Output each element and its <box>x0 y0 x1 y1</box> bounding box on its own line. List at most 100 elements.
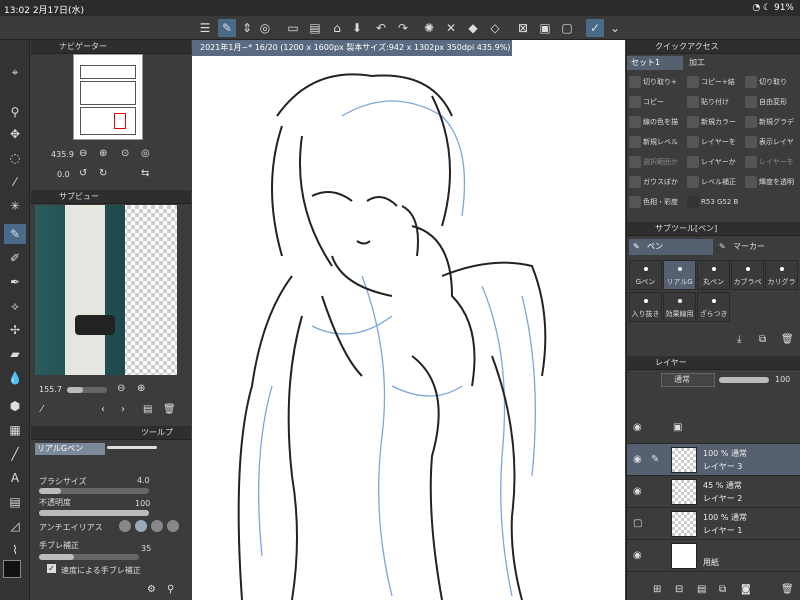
qa-copy[interactable]: コピー <box>627 94 683 110</box>
quick-edit-tab[interactable]: 加工 <box>685 56 741 70</box>
document-tab[interactable]: 2021年1月~* 16/20 (1200 x 1600px 製本サイズ:942… <box>192 40 512 56</box>
eye-icon[interactable]: ◉ <box>633 486 645 498</box>
rotate-right-icon[interactable]: ↻ <box>99 168 107 179</box>
subview-zoom-slider[interactable] <box>67 387 107 393</box>
move-tool-icon[interactable]: ✥ <box>4 124 26 144</box>
brush-g-pen[interactable]: Gペン <box>629 260 662 290</box>
eye-icon[interactable]: ◉ <box>633 422 645 434</box>
qa-selection-from[interactable]: 選択範囲か <box>627 154 683 170</box>
chevron-down-icon[interactable]: ⌄ <box>606 19 624 37</box>
pen-tool-icon[interactable]: ✎ <box>4 224 26 244</box>
zoom-in-icon[interactable]: ⊕ <box>99 148 107 159</box>
undo-icon[interactable]: ↶ <box>372 19 390 37</box>
next-image-icon[interactable]: › <box>121 404 125 415</box>
ruler-icon[interactable]: ✓ <box>586 19 604 37</box>
pencil-tool-icon[interactable]: ✐ <box>4 248 26 268</box>
snap-icon[interactable]: ◎ <box>256 19 274 37</box>
clear-icon[interactable]: ✕ <box>442 19 460 37</box>
layer-row-2[interactable]: ◉ 45 % 通常 レイヤー 2 <box>627 476 800 508</box>
antialias-weak-option[interactable] <box>135 520 147 532</box>
layer-folder-row[interactable]: ◉ ▣ <box>627 412 800 444</box>
fit-icon[interactable]: ⊙ <box>121 148 129 159</box>
view-icon[interactable]: ⌖ <box>4 62 26 82</box>
tool-search-icon[interactable]: ⚲ <box>167 584 174 595</box>
export-icon[interactable]: ⬇ <box>348 19 366 37</box>
blend-mode-select[interactable]: 通常 <box>661 373 715 387</box>
brush-round-pen[interactable]: 丸ペン <box>697 260 730 290</box>
qa-line-color[interactable]: 線の色を描 <box>627 114 683 130</box>
stabilization-slider[interactable] <box>39 554 139 560</box>
open-file-icon[interactable]: ▤ <box>306 19 324 37</box>
scroll-icon[interactable]: ⇕ <box>238 19 256 37</box>
brush-rough[interactable]: ざらつき <box>697 292 730 322</box>
deselect-icon[interactable]: ⊠ <box>514 19 532 37</box>
decoration-tool-icon[interactable]: ✢ <box>4 320 26 340</box>
canvas-area[interactable]: 2021年1月~* 16/20 (1200 x 1600px 製本サイズ:942… <box>192 40 625 600</box>
qa-paste[interactable]: 貼り付け <box>685 94 741 110</box>
qa-layer-from[interactable]: レイヤーか <box>685 154 741 170</box>
eraser-tool-icon[interactable]: ▰ <box>4 344 26 364</box>
transform-icon[interactable]: ◇ <box>486 19 504 37</box>
delete-image-icon[interactable]: 🗑 <box>163 404 176 415</box>
subview-eyedropper-icon[interactable]: ⁄ <box>41 404 43 415</box>
fill-icon[interactable]: ◆ <box>464 19 482 37</box>
menu-icon[interactable]: ☰ <box>196 19 214 37</box>
qa-cut-merge[interactable]: 切り取り+ <box>627 74 683 90</box>
correct-line-tool-icon[interactable]: ⌇ <box>4 540 26 560</box>
brush-tool-icon[interactable]: ✒ <box>4 272 26 292</box>
eye-icon[interactable]: ◉ <box>633 550 645 562</box>
qa-new-color[interactable]: 新規カラー <box>685 114 741 130</box>
layer-opacity-slider[interactable] <box>719 377 769 383</box>
antialias-strong-option[interactable] <box>167 520 179 532</box>
zoom-out-icon[interactable]: ⊖ <box>79 148 87 159</box>
airbrush-tool-icon[interactable]: ⟡ <box>4 296 26 316</box>
subview-zoom-in-icon[interactable]: ⊕ <box>137 383 145 394</box>
qa-new-gradient[interactable]: 新規グラデ <box>743 114 799 130</box>
qa-free-transform[interactable]: 自由変形 <box>743 94 799 110</box>
qa-visible-layer[interactable]: 表示レイヤ <box>743 134 799 150</box>
subtool-tab-marker[interactable]: ✎ マーカー <box>715 239 799 255</box>
layer-row-3[interactable]: ◉ ✎ 100 % 通常 レイヤー 3 <box>627 444 800 476</box>
qa-layer-a[interactable]: レイヤーを <box>685 134 741 150</box>
blend-tool-icon[interactable]: 💧 <box>4 368 26 388</box>
brush-calligraphy[interactable]: カリグラ <box>765 260 798 290</box>
opacity-slider[interactable] <box>39 510 149 516</box>
text-tool-icon[interactable]: A <box>4 468 26 488</box>
subview-zoom-out-icon[interactable]: ⊖ <box>117 383 125 394</box>
qa-cut[interactable]: 切り取り <box>743 74 799 90</box>
layer-row-1[interactable]: ▢ 100 % 通常 レイヤー 1 <box>627 508 800 540</box>
new-file-icon[interactable]: ▭ <box>284 19 302 37</box>
sketch-canvas[interactable] <box>192 56 625 600</box>
qa-gaussian-blur[interactable]: ガウスぼか <box>627 174 683 190</box>
import-image-icon[interactable]: ▤ <box>143 404 152 415</box>
qa-color-rgb[interactable]: R53 G52 B <box>685 194 755 210</box>
zoom-tool-icon[interactable]: ⚲ <box>4 102 26 122</box>
speed-stab-checkbox[interactable]: ✓ <box>47 564 56 573</box>
subtool-delete-icon[interactable]: 🗑 <box>781 334 794 345</box>
layer-mask-icon[interactable]: ◙ <box>741 584 751 595</box>
layer-row-paper[interactable]: ◉ 用紙 <box>627 540 800 572</box>
new-raster-layer-icon[interactable]: ⊞ <box>653 584 661 595</box>
actual-size-icon[interactable]: ◎ <box>141 148 150 159</box>
prev-image-icon[interactable]: ‹ <box>101 404 105 415</box>
loading-icon[interactable]: ✺ <box>420 19 438 37</box>
tool-settings-icon[interactable]: ⚙ <box>147 584 156 595</box>
new-vector-layer-icon[interactable]: ⊟ <box>675 584 683 595</box>
gradient-tool-icon[interactable]: ▦ <box>4 420 26 440</box>
hidden-eye-icon[interactable]: ▢ <box>633 518 645 530</box>
main-color-swatch[interactable] <box>3 560 21 578</box>
fill-tool-icon[interactable]: ⬢ <box>4 396 26 416</box>
new-folder-icon[interactable]: ▤ <box>697 584 706 595</box>
antialias-none-option[interactable] <box>119 520 131 532</box>
magic-wand-icon[interactable]: ✳ <box>4 196 26 216</box>
ruler-tool-icon[interactable]: ◿ <box>4 516 26 536</box>
pen-mode-icon[interactable]: ✎ <box>218 19 236 37</box>
figure-tool-icon[interactable]: ╱ <box>4 444 26 464</box>
qa-copy-merge[interactable]: コピー+結 <box>685 74 741 90</box>
eyedropper-tool-icon[interactable]: ⁄ <box>4 172 26 192</box>
flip-icon[interactable]: ⇆ <box>141 168 149 179</box>
rotate-left-icon[interactable]: ↺ <box>79 168 87 179</box>
qa-hue-saturation[interactable]: 色相・彩度 <box>627 194 683 210</box>
antialias-mid-option[interactable] <box>151 520 163 532</box>
invert-selection-icon[interactable]: ▣ <box>536 19 554 37</box>
